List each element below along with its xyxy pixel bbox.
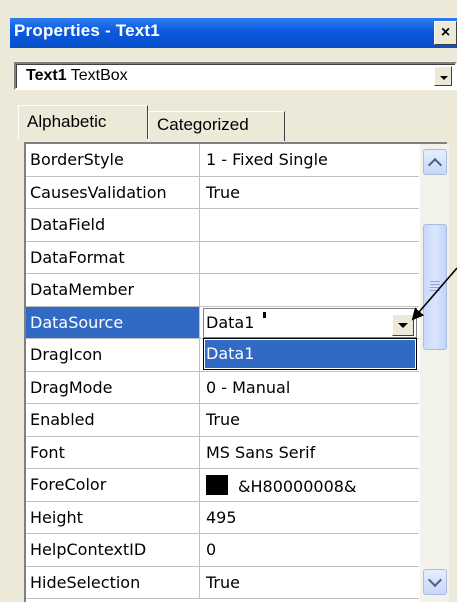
property-name: HelpContextID xyxy=(30,540,147,559)
scroll-thumb[interactable] xyxy=(423,224,447,350)
property-name: ForeColor xyxy=(30,475,107,494)
datasource-dropdown-button[interactable] xyxy=(392,313,414,336)
property-name: CausesValidation xyxy=(30,182,167,202)
property-name: Height xyxy=(30,507,83,527)
property-grid: BorderStyle 1 - Fixed Single CausesValid… xyxy=(24,142,449,602)
grip-line xyxy=(430,287,440,288)
close-icon: × xyxy=(440,24,451,41)
property-row-enabled[interactable]: Enabled True xyxy=(26,404,419,437)
property-value: MS Sans Serif xyxy=(206,442,316,462)
column-divider xyxy=(199,371,200,403)
property-row-datafield[interactable]: DataField xyxy=(26,209,419,242)
object-type: TextBox xyxy=(70,67,128,84)
scroll-up-button[interactable] xyxy=(423,149,447,175)
vertical-scrollbar[interactable] xyxy=(420,144,449,602)
tab-alphabetic[interactable]: Alphabetic xyxy=(18,105,148,139)
property-value: 0 - Manual xyxy=(206,377,291,397)
property-name: DataMember xyxy=(30,280,135,299)
property-value: 495 xyxy=(206,507,237,527)
grip-line xyxy=(430,281,440,282)
close-button[interactable]: × xyxy=(434,21,457,45)
property-name: HideSelection xyxy=(30,572,141,592)
property-value: Data1 xyxy=(206,312,255,332)
property-value: True xyxy=(206,572,240,592)
grip-line xyxy=(430,284,440,285)
tab-alphabetic-label: Alphabetic xyxy=(27,112,107,131)
column-divider xyxy=(199,566,200,598)
property-row-borderstyle[interactable]: BorderStyle 1 - Fixed Single xyxy=(26,144,419,177)
column-divider xyxy=(199,534,200,566)
column-divider xyxy=(199,469,200,501)
column-divider xyxy=(199,436,200,468)
property-row-dataformat[interactable]: DataFormat xyxy=(26,241,419,274)
property-row-datasource[interactable]: DataSource Data1 xyxy=(26,306,419,339)
property-name: Font xyxy=(30,442,65,462)
property-row-dragmode[interactable]: DragMode 0 - Manual xyxy=(26,371,419,404)
property-row-causesvalidation[interactable]: CausesValidation True xyxy=(26,176,419,209)
property-name: DataSource xyxy=(30,312,124,332)
property-value: True xyxy=(206,182,240,202)
property-row-datamember[interactable]: DataMember xyxy=(26,274,419,307)
property-name: BorderStyle xyxy=(30,150,124,169)
window-title: Properties - Text1 xyxy=(14,21,160,40)
column-divider xyxy=(199,306,200,338)
property-value: 0 xyxy=(206,540,217,559)
property-rows: BorderStyle 1 - Fixed Single CausesValid… xyxy=(26,144,419,599)
property-value: &H80000008& xyxy=(238,477,357,496)
object-name: Text1 xyxy=(26,67,67,84)
properties-window: Properties - Text1 × Text1 TextBox Alpha… xyxy=(0,0,457,602)
tab-categorized[interactable]: Categorized xyxy=(148,111,285,141)
scroll-down-button[interactable] xyxy=(423,569,447,595)
property-row-hideselection[interactable]: HideSelection True xyxy=(26,566,419,599)
property-name: DragIcon xyxy=(30,345,103,364)
dropdown-option-data1[interactable]: Data1 xyxy=(205,340,415,368)
column-divider xyxy=(199,209,200,241)
object-selector-dropdown-button[interactable] xyxy=(434,66,452,86)
chevron-down-icon xyxy=(427,572,443,588)
text-cursor xyxy=(263,311,266,318)
grip-line xyxy=(430,290,440,291)
property-row-helpcontextid[interactable]: HelpContextID 0 xyxy=(26,534,419,567)
property-row-forecolor[interactable]: ForeColor &H80000008& xyxy=(26,469,419,502)
property-name: DragMode xyxy=(30,377,113,397)
title-bar: Properties - Text1 × xyxy=(10,18,457,48)
chevron-up-icon xyxy=(427,157,443,173)
column-divider xyxy=(199,176,200,208)
object-selector[interactable]: Text1 TextBox xyxy=(14,62,457,90)
property-value-color: &H80000008& xyxy=(206,475,356,496)
property-name: DataFormat xyxy=(30,247,125,267)
column-divider xyxy=(199,274,200,306)
column-divider xyxy=(199,241,200,273)
property-value: True xyxy=(206,410,240,429)
property-value: 1 - Fixed Single xyxy=(206,150,328,169)
property-row-height[interactable]: Height 495 xyxy=(26,501,419,534)
datasource-dropdown-list: Data1 xyxy=(203,338,417,370)
tab-categorized-label: Categorized xyxy=(157,115,249,134)
property-name: Enabled xyxy=(30,410,95,429)
column-divider xyxy=(199,404,200,436)
column-divider xyxy=(199,501,200,533)
column-divider xyxy=(199,144,200,176)
property-row-font[interactable]: Font MS Sans Serif xyxy=(26,436,419,469)
column-divider xyxy=(199,339,200,371)
property-name: DataField xyxy=(30,215,106,234)
color-swatch xyxy=(206,475,228,495)
datasource-value-field[interactable]: Data1 xyxy=(203,307,417,338)
